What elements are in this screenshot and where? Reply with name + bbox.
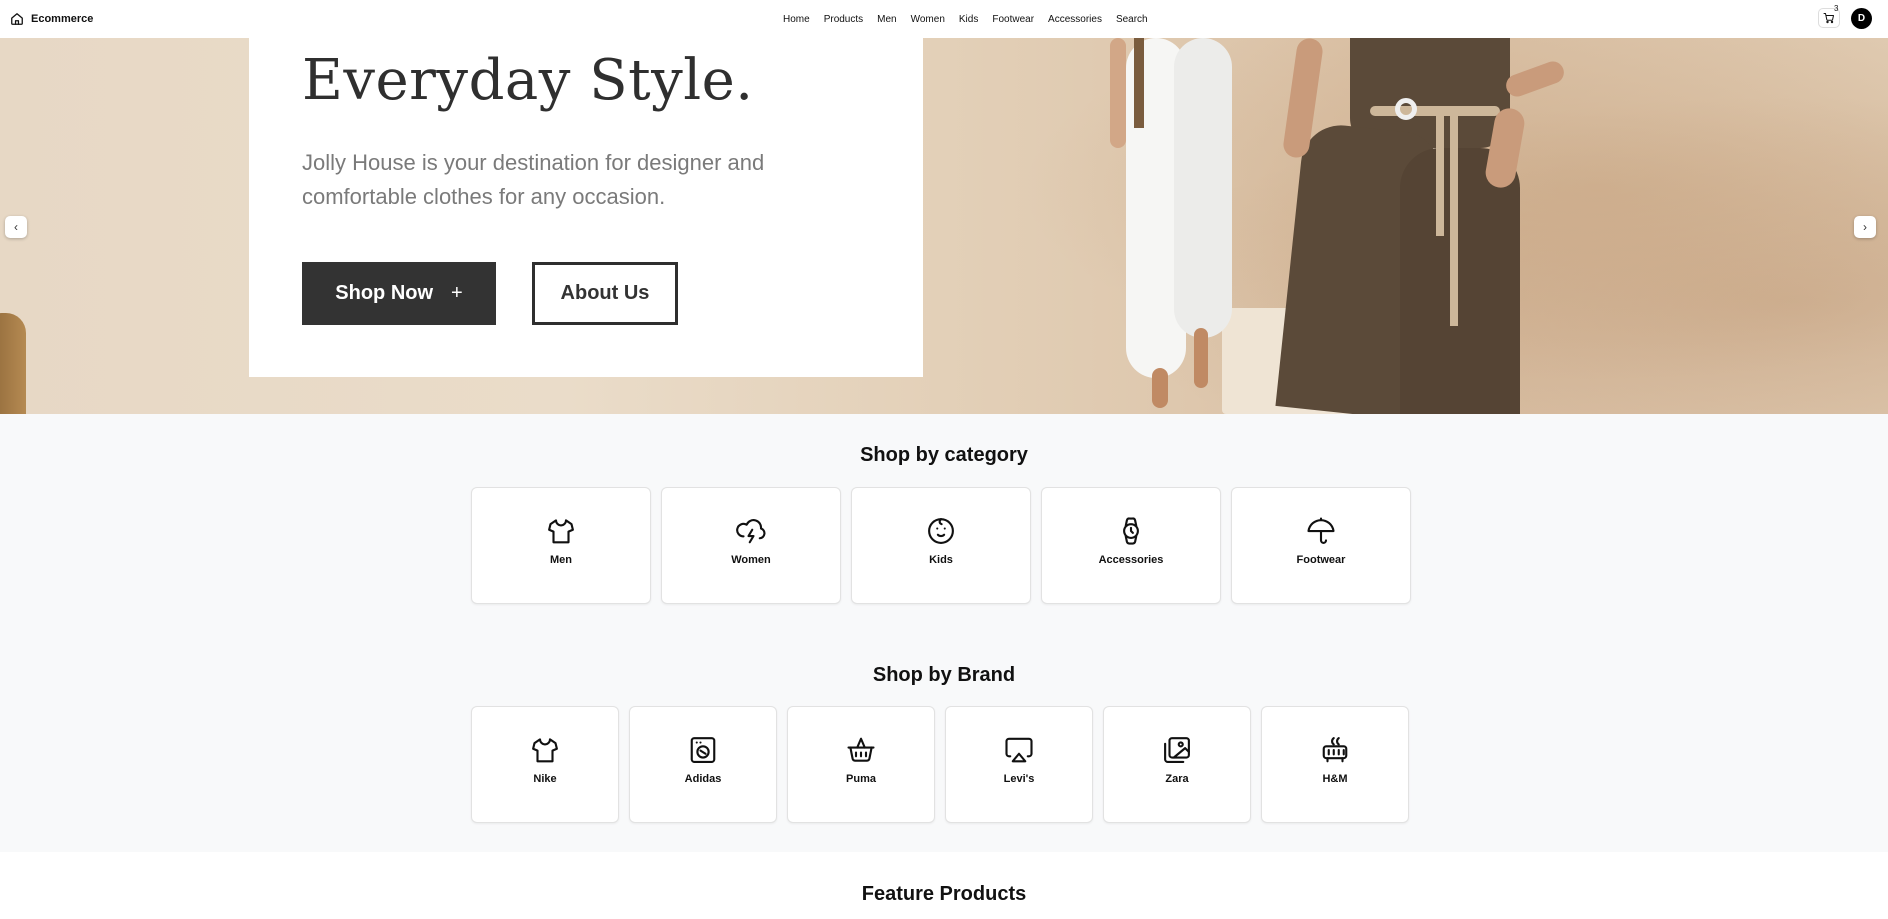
brand-tile-levis[interactable]: Levi's bbox=[945, 706, 1093, 823]
user-avatar[interactable]: D bbox=[1851, 8, 1872, 29]
model-white-outfit bbox=[1110, 38, 1236, 414]
nav-search[interactable]: Search bbox=[1116, 14, 1148, 25]
plus-icon: + bbox=[451, 282, 463, 304]
top-navbar: Ecommerce Home Products Men Women Kids F… bbox=[0, 0, 1888, 38]
brand-label: Adidas bbox=[684, 773, 722, 785]
plant-decoration bbox=[0, 38, 28, 300]
shirt-icon bbox=[548, 519, 574, 544]
brand-label: Nike bbox=[533, 773, 557, 785]
category-label: Kids bbox=[929, 554, 953, 566]
nav-products[interactable]: Products bbox=[824, 14, 863, 25]
chevron-left-icon: ‹ bbox=[14, 220, 18, 234]
nav-footwear[interactable]: Footwear bbox=[992, 14, 1034, 25]
shop-now-button[interactable]: Shop Now + bbox=[302, 262, 496, 325]
hero-description: Jolly House is your destination for desi… bbox=[302, 150, 765, 209]
cart-icon bbox=[1823, 13, 1834, 24]
chevron-right-icon: › bbox=[1863, 220, 1867, 234]
hero-title: Everyday Style. bbox=[302, 48, 754, 113]
brand-label: H&M bbox=[1322, 773, 1348, 785]
carousel-next-button[interactable]: › bbox=[1854, 216, 1876, 238]
category-label: Accessories bbox=[1098, 554, 1164, 566]
images-icon bbox=[1164, 737, 1190, 763]
nav-kids[interactable]: Kids bbox=[959, 14, 978, 25]
nav-home[interactable]: Home bbox=[783, 14, 810, 25]
baby-icon bbox=[928, 518, 954, 544]
main-nav: Home Products Men Women Kids Footwear Ac… bbox=[783, 0, 1148, 38]
brand-tile-hm[interactable]: H&M bbox=[1261, 706, 1409, 823]
brand-link[interactable]: Ecommerce bbox=[10, 0, 93, 38]
category-label: Women bbox=[731, 554, 771, 566]
brand-tile-adidas[interactable]: Adidas bbox=[629, 706, 777, 823]
about-us-button[interactable]: About Us bbox=[532, 262, 678, 325]
plant-pot-decoration bbox=[0, 313, 26, 414]
watch-icon bbox=[1123, 517, 1139, 545]
basket-icon bbox=[847, 737, 875, 762]
category-tile-women[interactable]: Women bbox=[661, 487, 841, 604]
cloud-lightning-icon bbox=[736, 519, 766, 544]
nav-women[interactable]: Women bbox=[911, 14, 945, 25]
category-label: Men bbox=[550, 554, 572, 566]
shirt-icon bbox=[532, 738, 558, 763]
category-tile-footwear[interactable]: Footwear bbox=[1231, 487, 1411, 604]
brand-tile-zara[interactable]: Zara bbox=[1103, 706, 1251, 823]
model-brown-jumpsuit bbox=[1250, 38, 1580, 414]
category-tile-accessories[interactable]: Accessories bbox=[1041, 487, 1221, 604]
washing-machine-icon bbox=[690, 737, 716, 763]
shop-now-label: Shop Now bbox=[335, 282, 434, 304]
brand-tile-puma[interactable]: Puma bbox=[787, 706, 935, 823]
brand-label: Puma bbox=[846, 773, 876, 785]
category-section-title: Shop by category bbox=[860, 444, 1028, 466]
category-label: Footwear bbox=[1296, 554, 1346, 566]
brand-label: Zara bbox=[1165, 773, 1189, 785]
brand-name: Ecommerce bbox=[31, 13, 94, 25]
brand-tile-nike[interactable]: Nike bbox=[471, 706, 619, 823]
umbrella-icon bbox=[1307, 517, 1335, 544]
category-tile-men[interactable]: Men bbox=[471, 487, 651, 604]
nav-accessories[interactable]: Accessories bbox=[1048, 14, 1102, 25]
carousel-prev-button[interactable]: ‹ bbox=[5, 216, 27, 238]
category-tile-kids[interactable]: Kids bbox=[851, 487, 1031, 604]
home-icon bbox=[11, 13, 23, 25]
hero-card: Everyday Style. Jolly House is your dest… bbox=[249, 38, 923, 377]
nav-men[interactable]: Men bbox=[877, 14, 896, 25]
brand-label: Levi's bbox=[1003, 773, 1035, 785]
featured-section-title: Feature Products bbox=[861, 883, 1027, 905]
airplay-icon bbox=[1005, 737, 1033, 763]
cart-count-badge: 3 bbox=[1834, 4, 1839, 13]
heater-icon bbox=[1322, 737, 1348, 763]
brand-section-title: Shop by Brand bbox=[872, 664, 1016, 686]
